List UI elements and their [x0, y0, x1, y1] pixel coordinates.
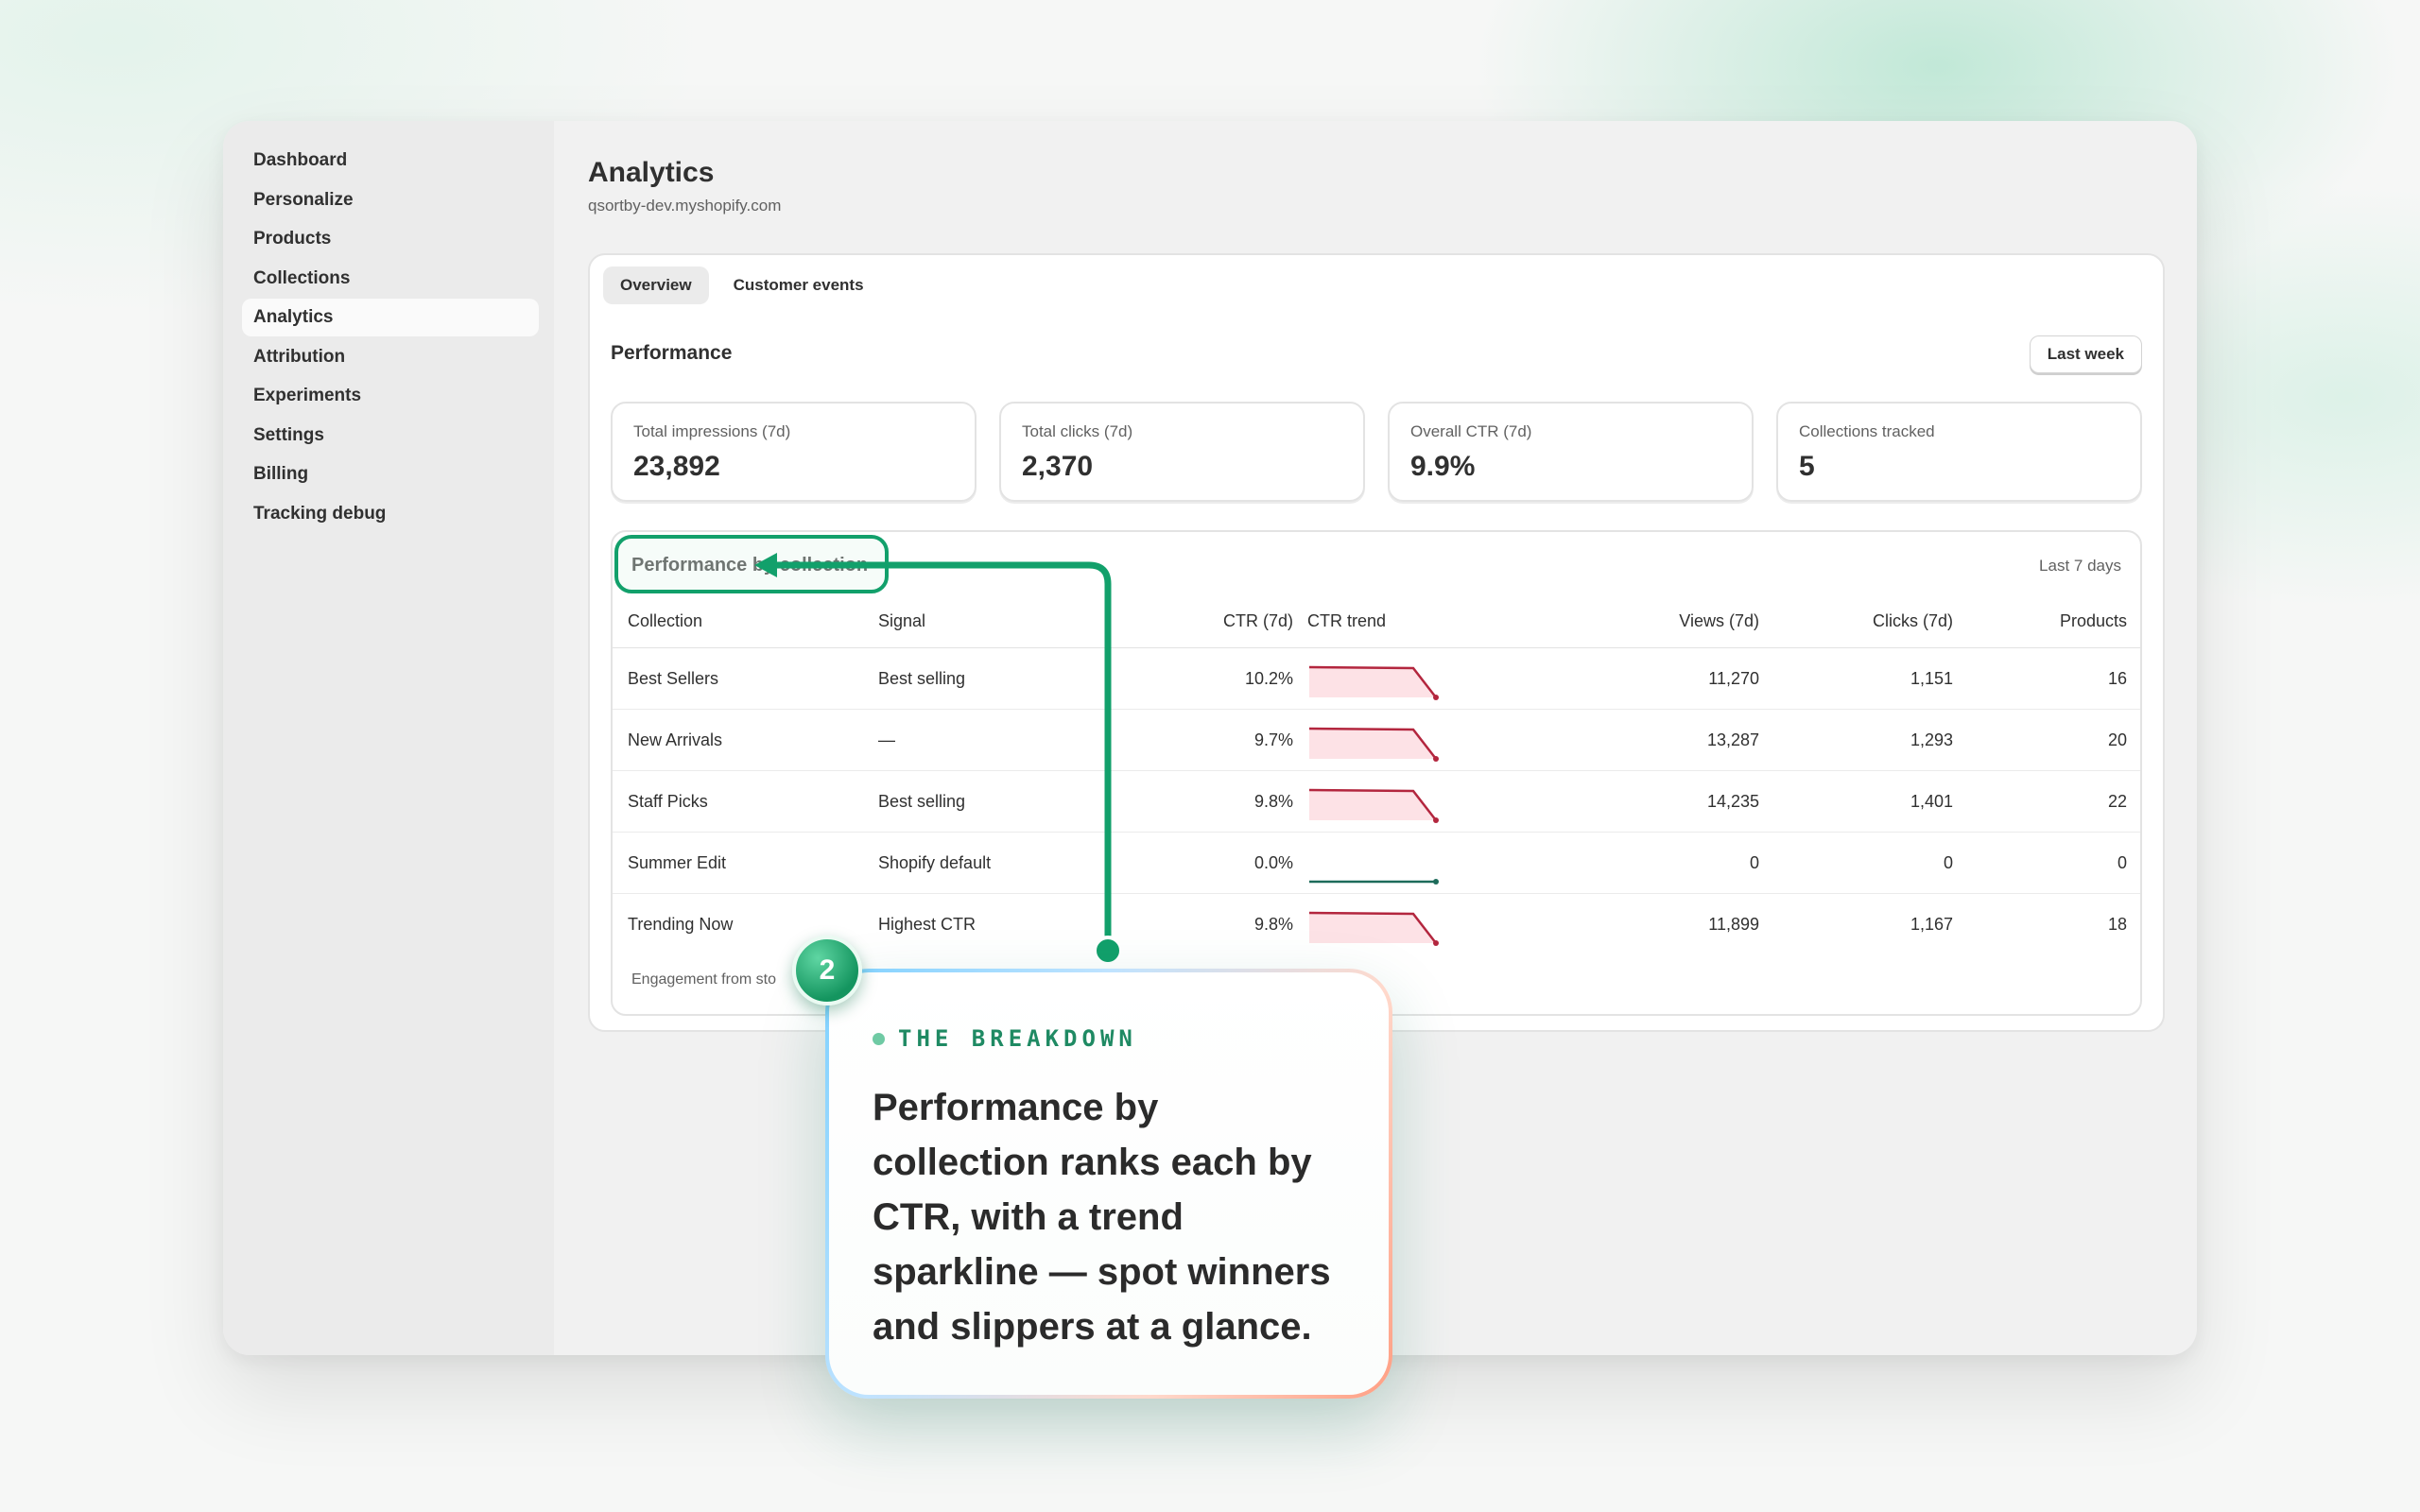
ctr-trend-sparkline	[1307, 833, 1449, 893]
sparkline-end-point	[1433, 879, 1439, 885]
cell-ctr: 9.7%	[1253, 730, 1293, 749]
ctr-trend-sparkline	[1307, 648, 1449, 709]
cell-clicks: 0	[1943, 852, 1953, 872]
column-header-ctr[interactable]: CTR (7d)	[1223, 594, 1293, 647]
stat-label: Total impressions (7d)	[633, 422, 791, 440]
column-header-collection[interactable]: Collection	[628, 594, 702, 647]
cell-signal: —	[878, 730, 895, 749]
date-range-button[interactable]: Last week	[2029, 335, 2142, 373]
stat-label: Collections tracked	[1799, 422, 1935, 440]
stat-card-ctr: Overall CTR (7d) 9.9%	[1388, 402, 1754, 502]
cell-ctr: 9.8%	[1253, 914, 1293, 934]
cell-collection: New Arrivals	[628, 730, 723, 749]
sparkline-end-point	[1433, 817, 1439, 823]
column-header-products[interactable]: Products	[2060, 594, 2127, 647]
stat-value: 2,370	[1022, 451, 1094, 482]
ctr-trend-sparkline	[1307, 771, 1449, 832]
sidebar-item-collections[interactable]: Collections	[242, 260, 539, 298]
collection-performance-range: Last 7 days	[2039, 557, 2121, 575]
cell-signal: Shopify default	[878, 852, 992, 872]
cell-clicks: 1,167	[1910, 914, 1953, 934]
cell-ctr: 10.2%	[1244, 668, 1293, 688]
callout-eyebrow: THE BREAKDOWN	[873, 1025, 1345, 1052]
tab-overview[interactable]: Overview	[603, 266, 709, 304]
cell-signal: Best selling	[878, 791, 966, 811]
ctr-trend-sparkline	[1307, 894, 1449, 954]
cell-products: 0	[2117, 852, 2127, 872]
sparkline-end-point	[1433, 756, 1439, 762]
sidebar-item-analytics[interactable]: Analytics	[242, 299, 539, 336]
sparkline-end-point	[1433, 695, 1439, 700]
column-header-clicks[interactable]: Clicks (7d)	[1873, 594, 1953, 647]
column-header-views[interactable]: Views (7d)	[1679, 594, 1759, 647]
cell-products: 16	[2107, 668, 2127, 688]
stat-cards: Total impressions (7d) 23,892 Total clic…	[611, 402, 2142, 502]
annotation-callout: THE BREAKDOWN Performance by collection …	[825, 969, 1392, 1399]
cell-clicks: 1,293	[1910, 730, 1953, 749]
callout-text: Performance by collection ranks each by …	[873, 1087, 1331, 1348]
sidebar-item-billing[interactable]: Billing	[242, 455, 539, 493]
table-header: Collection Signal CTR (7d) CTR trend Vie…	[613, 594, 2140, 648]
sidebar: Dashboard Personalize Products Collectio…	[223, 121, 554, 1355]
stat-card-impressions: Total impressions (7d) 23,892	[611, 402, 977, 502]
cell-clicks: 1,151	[1910, 668, 1953, 688]
stat-value: 9.9%	[1410, 451, 1476, 482]
cell-collection: Best Sellers	[628, 668, 719, 688]
cell-collection: Summer Edit	[628, 852, 727, 872]
cell-clicks: 1,401	[1910, 791, 1953, 811]
tab-bar: Overview Customer events	[603, 266, 881, 304]
cell-views: 0	[1749, 852, 1759, 872]
cell-signal: Highest CTR	[878, 914, 977, 934]
performance-heading: Performance	[611, 342, 733, 364]
cell-ctr: 0.0%	[1253, 852, 1293, 872]
stat-card-clicks: Total clicks (7d) 2,370	[999, 402, 1365, 502]
highlight-box	[614, 535, 889, 593]
sidebar-item-personalize[interactable]: Personalize	[242, 181, 539, 219]
stat-value: 23,892	[633, 451, 720, 482]
sparkline-end-point	[1433, 940, 1439, 946]
stat-card-collections: Collections tracked 5	[1776, 402, 2142, 502]
ctr-trend-sparkline	[1307, 710, 1449, 770]
table-footnote: Engagement from sto	[631, 971, 776, 988]
cell-ctr: 9.8%	[1253, 791, 1293, 811]
stat-label: Total clicks (7d)	[1022, 422, 1133, 440]
annotation-callout-body: THE BREAKDOWN Performance by collection …	[829, 972, 1389, 1395]
cell-views: 11,270	[1708, 668, 1759, 688]
cell-views: 11,899	[1708, 914, 1759, 934]
sidebar-item-tracking-debug[interactable]: Tracking debug	[242, 495, 539, 533]
sidebar-item-products[interactable]: Products	[242, 220, 539, 258]
cell-products: 22	[2107, 791, 2127, 811]
stat-label: Overall CTR (7d)	[1410, 422, 1532, 440]
eyebrow-dot-icon	[873, 1032, 885, 1045]
table-row[interactable]: Best Sellers Best selling 10.2% 11,270 1,151…	[613, 648, 2140, 710]
sidebar-item-attribution[interactable]: Attribution	[242, 338, 539, 376]
shop-domain: qsortby-dev.myshopify.com	[588, 197, 782, 215]
sidebar-item-dashboard[interactable]: Dashboard	[242, 142, 539, 180]
cell-products: 20	[2107, 730, 2127, 749]
step-badge: 2	[792, 936, 862, 1005]
cell-products: 18	[2107, 914, 2127, 934]
cell-collection: Staff Picks	[628, 791, 708, 811]
table-row[interactable]: New Arrivals — 9.7% 13,287 1,293 20	[613, 710, 2140, 771]
column-header-signal[interactable]: Signal	[878, 594, 925, 647]
page-title: Analytics	[588, 157, 715, 188]
cell-collection: Trending Now	[628, 914, 734, 934]
cell-views: 14,235	[1706, 791, 1759, 811]
table-row[interactable]: Summer Edit Shopify default 0.0% 0 0 0	[613, 833, 2140, 894]
sidebar-item-experiments[interactable]: Experiments	[242, 377, 539, 415]
stat-value: 5	[1799, 451, 1815, 482]
analytics-card: Overview Customer events Performance Las…	[588, 253, 2165, 1032]
column-header-ctr-trend: CTR trend	[1307, 610, 1387, 630]
callout-eyebrow-text: THE BREAKDOWN	[898, 1025, 1137, 1052]
table-row[interactable]: Staff Picks Best selling 9.8% 14,235 1,401 22	[613, 771, 2140, 833]
tab-customer-events[interactable]: Customer events	[717, 266, 881, 304]
sidebar-item-settings[interactable]: Settings	[242, 417, 539, 455]
sidebar-nav: Dashboard Personalize Products Collectio…	[223, 121, 554, 533]
cell-views: 13,287	[1706, 730, 1759, 749]
cell-signal: Best selling	[878, 668, 966, 688]
